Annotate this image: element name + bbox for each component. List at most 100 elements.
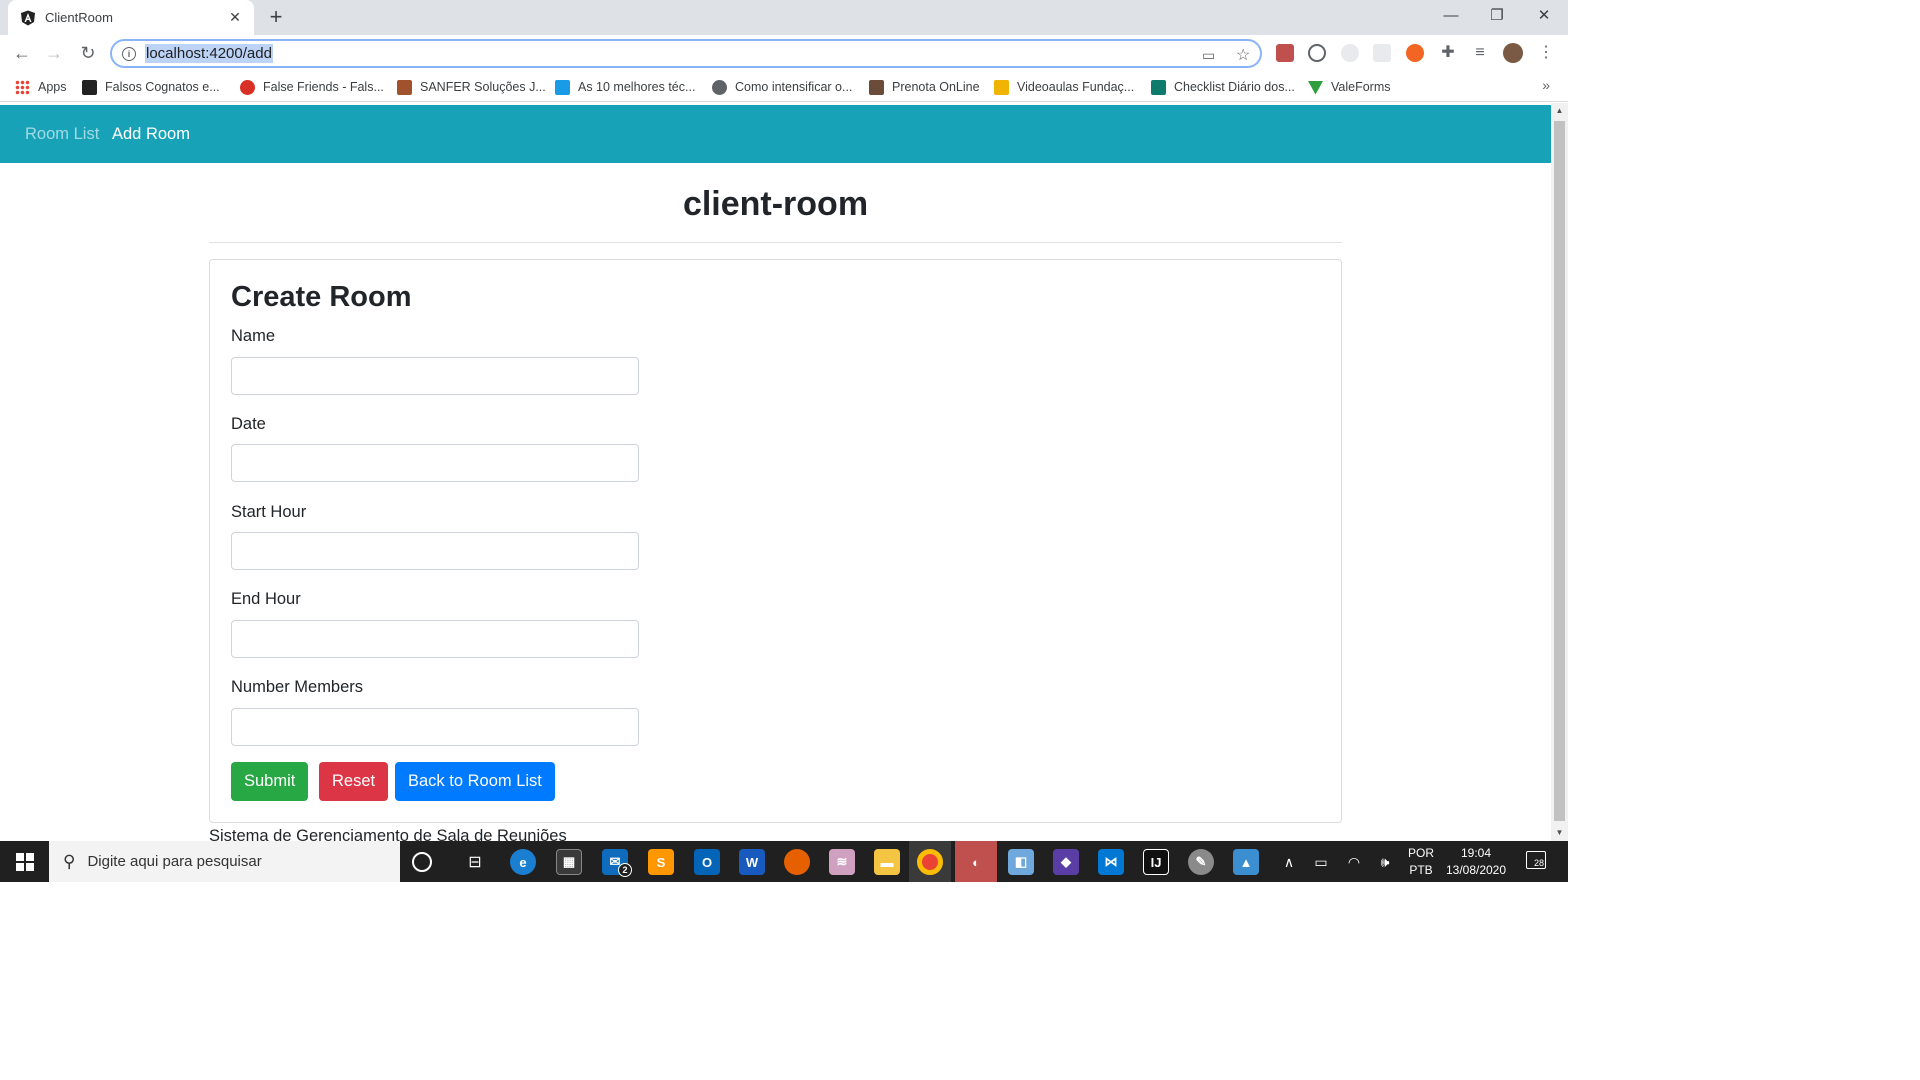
wifi-icon[interactable]: ◠ [1341, 849, 1367, 875]
bookmark-label: Falsos Cognatos e... [105, 80, 220, 94]
bookmark-label: False Friends - Fals... [263, 80, 384, 94]
bookmark-label: Como intensificar o... [735, 80, 853, 94]
bookmark-item[interactable]: Falsos Cognatos e... [82, 78, 220, 96]
submit-button[interactable]: Submit [231, 762, 309, 801]
bookmark-apps[interactable]: Apps [15, 78, 67, 96]
chrome-icon[interactable] [917, 849, 943, 875]
name-label: Name [231, 327, 276, 345]
address-url[interactable]: localhost:4200/add [145, 44, 273, 63]
close-window-button[interactable]: ✕ [1521, 4, 1567, 28]
angular-icon [21, 10, 35, 25]
cast-icon[interactable]: ▭ [1202, 47, 1215, 64]
firefox-icon[interactable] [784, 849, 810, 875]
clock-date: 13/08/2020 [1445, 863, 1507, 877]
search-icon: ⚲ [63, 851, 76, 871]
page-scrollbar[interactable]: ▲ ▼ [1551, 103, 1568, 841]
bookmark-item[interactable]: Como intensificar o... [712, 78, 852, 96]
profile-avatar[interactable] [1503, 43, 1523, 63]
bookmark-item[interactable]: SANFER Soluções J... [397, 78, 546, 96]
bookmark-item[interactable]: Prenota OnLine [869, 78, 980, 96]
page-viewport: Room List Add Room client-room Create Ro… [0, 103, 1551, 841]
bookmark-label: ValeForms [1331, 80, 1391, 94]
app-icon[interactable]: ◧ [1008, 849, 1034, 875]
language-indicator[interactable]: POR PTB [1408, 845, 1434, 879]
name-input[interactable] [231, 357, 639, 395]
back-arrow-icon[interactable]: ← [10, 41, 34, 65]
sublime-icon[interactable]: S [648, 849, 674, 875]
word-icon[interactable]: W [739, 849, 765, 875]
tab-close-icon[interactable]: ✕ [226, 9, 244, 26]
reset-button[interactable]: Reset [319, 762, 389, 801]
bookmark-item[interactable]: ValeForms [1308, 78, 1391, 96]
intellij-icon[interactable]: IJ [1143, 849, 1169, 875]
task-view-icon[interactable]: ⊟ [462, 849, 488, 875]
paint-icon[interactable]: ✎ [1188, 849, 1214, 875]
extensions-puzzle-icon[interactable]: ✚ [1436, 41, 1460, 65]
browser-tab[interactable]: ClientRoom ✕ [8, 0, 254, 35]
bookmark-item[interactable]: False Friends - Fals... [240, 78, 384, 96]
store-icon[interactable]: ▦ [556, 849, 582, 875]
bookmark-label: Checklist Diário dos... [1174, 80, 1295, 94]
extension-icon[interactable] [1308, 44, 1326, 62]
create-room-card: Create Room Name Date Start Hour End Hou… [209, 259, 1342, 823]
language-code: POR [1408, 846, 1435, 860]
forward-arrow-icon[interactable]: → [42, 41, 66, 65]
outlook-icon[interactable]: O [694, 849, 720, 875]
taskbar-search[interactable]: ⚲ Digite aqui para pesquisar [49, 841, 400, 882]
bookmark-star-icon[interactable]: ☆ [1236, 45, 1250, 65]
battery-icon[interactable]: ▭ [1308, 849, 1334, 875]
windows-start-icon[interactable] [16, 853, 34, 871]
extension-icon[interactable] [1406, 44, 1424, 62]
minimize-button[interactable]: — [1428, 4, 1474, 28]
clock[interactable]: 19:04 13/08/2020 [1440, 845, 1512, 879]
more-bookmarks-chevron-icon[interactable]: » [1542, 77, 1550, 93]
date-input[interactable] [231, 444, 639, 482]
start-hour-input[interactable] [231, 532, 639, 570]
bookmark-favicon-icon [869, 79, 884, 95]
bookmark-favicon-icon [994, 79, 1009, 95]
site-info-icon[interactable]: i [122, 46, 136, 61]
bookmark-favicon-icon [555, 79, 570, 95]
browser-menu-icon[interactable]: ⋮ [1534, 41, 1558, 65]
app-icon[interactable]: ◐ [963, 849, 989, 875]
tray-chevron-up-icon[interactable]: ∧ [1276, 849, 1302, 875]
bookmark-label: Apps [38, 80, 67, 94]
volume-icon[interactable]: 🕪 [1372, 849, 1398, 875]
pdf-extension-icon[interactable] [1276, 44, 1294, 62]
bookmark-item[interactable]: Checklist Diário dos... [1151, 78, 1295, 96]
reload-icon[interactable]: ↻ [76, 41, 100, 65]
nav-room-list-link[interactable]: Room List [25, 125, 99, 144]
new-tab-button[interactable]: + [265, 5, 287, 29]
scroll-down-arrow-icon[interactable]: ▼ [1551, 825, 1568, 841]
app-icon[interactable]: ◆ [1053, 849, 1079, 875]
back-to-room-list-button[interactable]: Back to Room List [395, 762, 555, 801]
bookmark-label: Prenota OnLine [892, 80, 980, 94]
app-icon[interactable]: ≋ [829, 849, 855, 875]
vscode-icon[interactable]: ⋈ [1098, 849, 1124, 875]
scroll-thumb[interactable] [1554, 121, 1565, 821]
maximize-button[interactable]: ❐ [1474, 4, 1520, 28]
bookmark-label: Videoaulas Fundaç... [1017, 80, 1135, 94]
apps-grid-icon [15, 79, 30, 95]
file-explorer-icon[interactable]: ▬ [874, 849, 900, 875]
address-bar[interactable]: i localhost:4200/add ▭ ☆ [110, 39, 1262, 68]
media-control-icon[interactable]: ≡ [1468, 41, 1492, 65]
bookmark-favicon-icon [240, 79, 255, 95]
app-navbar: Room List Add Room [0, 105, 1551, 163]
number-members-input[interactable] [231, 708, 639, 746]
nav-add-room-link[interactable]: Add Room [112, 125, 190, 144]
bookmark-item[interactable]: Videoaulas Fundaç... [994, 78, 1134, 96]
end-hour-input[interactable] [231, 620, 639, 658]
page-title: client-room [682, 185, 869, 223]
notification-center-icon[interactable]: 28 [1526, 851, 1546, 869]
extension-icon[interactable] [1373, 44, 1391, 62]
photos-icon[interactable]: ▲ [1233, 849, 1259, 875]
browser-toolbar: ← → ↻ i localhost:4200/add ▭ ☆ ✚ ≡ ⋮ [0, 35, 1568, 72]
scroll-up-arrow-icon[interactable]: ▲ [1551, 103, 1568, 119]
bookmark-item[interactable]: As 10 melhores téc... [555, 78, 695, 96]
clock-time: 19:04 [1460, 846, 1492, 860]
extension-icon[interactable] [1341, 44, 1359, 62]
cortana-icon[interactable] [412, 852, 432, 872]
edge-icon[interactable]: e [510, 849, 536, 875]
form-heading: Create Room [231, 281, 412, 313]
